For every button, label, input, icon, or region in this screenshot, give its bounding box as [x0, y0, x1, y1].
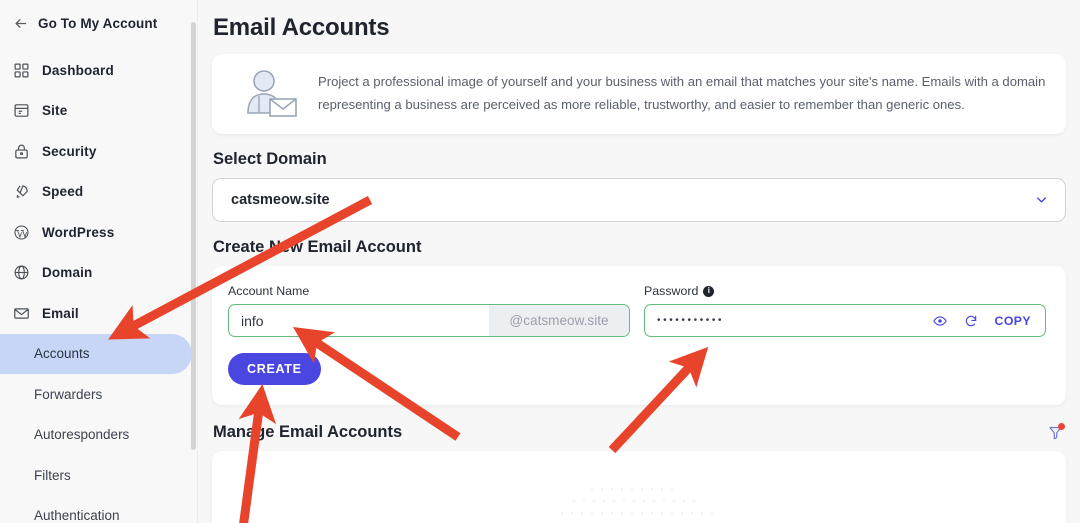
- sidebar-item-label: Domain: [42, 265, 93, 281]
- main-content: Email Accounts Project a professional im…: [198, 0, 1080, 523]
- account-name-field-group: Account Name @catsmeow.site: [228, 284, 630, 337]
- sidebar-item-accounts[interactable]: Accounts: [0, 333, 192, 374]
- sidebar-item-label: Site: [42, 103, 68, 119]
- password-label: Password i: [644, 284, 1046, 298]
- password-label-text: Password: [644, 284, 699, 298]
- manage-accounts-header: Manage Email Accounts: [213, 422, 1066, 442]
- manage-accounts-title: Manage Email Accounts: [213, 423, 403, 441]
- page-title: Email Accounts: [213, 14, 390, 41]
- sidebar-item-dashboard[interactable]: Dashboard: [0, 50, 198, 91]
- lock-icon: [12, 142, 30, 160]
- sidebar-subitem-label: Authentication: [34, 508, 120, 523]
- sidebar: Go To My Account Dashboard Site Security…: [0, 0, 198, 523]
- copy-password-button[interactable]: COPY: [995, 314, 1031, 328]
- create-account-card: Account Name @catsmeow.site Password i •…: [212, 266, 1066, 405]
- account-name-input[interactable]: [229, 305, 489, 336]
- sidebar-item-label: Dashboard: [42, 62, 114, 78]
- email-accounts-page: Go To My Account Dashboard Site Security…: [0, 0, 1080, 523]
- manage-accounts-card: [212, 451, 1066, 523]
- rocket-icon: [12, 183, 30, 201]
- envelope-icon: [12, 304, 30, 322]
- sidebar-subitem-label: Autoresponders: [34, 427, 130, 443]
- refresh-icon[interactable]: [964, 314, 978, 328]
- funnel-filter-icon[interactable]: [1046, 422, 1065, 442]
- go-to-my-account-link[interactable]: Go To My Account: [0, 6, 198, 40]
- sidebar-item-speed[interactable]: Speed: [0, 172, 198, 213]
- account-domain-suffix: @catsmeow.site: [489, 305, 629, 336]
- sidebar-item-security[interactable]: Security: [0, 131, 198, 172]
- grid-icon: [12, 61, 30, 79]
- sidebar-item-authentication[interactable]: Authentication: [0, 496, 192, 523]
- filter-active-badge: [1058, 422, 1065, 430]
- sidebar-nav: Dashboard Site Security Speed WordPress …: [0, 50, 198, 523]
- sidebar-item-domain[interactable]: Domain: [0, 253, 198, 294]
- account-name-input-wrap[interactable]: @catsmeow.site: [228, 304, 630, 337]
- sidebar-item-autoresponders[interactable]: Autoresponders: [0, 415, 192, 456]
- empty-state-dots-illustration: [560, 487, 714, 515]
- sidebar-item-email[interactable]: Email: [0, 293, 198, 334]
- sidebar-scrollbar[interactable]: [191, 22, 196, 450]
- sidebar-subitem-label: Forwarders: [34, 386, 103, 402]
- password-input[interactable]: •••••••••••: [645, 315, 933, 326]
- info-banner-text: Project a professional image of yourself…: [318, 74, 1046, 112]
- sidebar-item-forwarders[interactable]: Forwarders: [0, 374, 192, 415]
- sidebar-item-label: Speed: [42, 184, 84, 200]
- globe-icon: [12, 264, 30, 282]
- select-domain-title: Select Domain: [213, 150, 327, 168]
- sidebar-item-label: Email: [42, 305, 79, 321]
- chevron-down-icon: [1034, 193, 1049, 208]
- info-icon[interactable]: i: [703, 285, 715, 297]
- wordpress-icon: [12, 223, 30, 241]
- go-to-my-account-label: Go To My Account: [38, 15, 158, 31]
- sidebar-subitem-label: Filters: [34, 467, 71, 483]
- create-button[interactable]: CREATE: [228, 353, 321, 385]
- password-input-wrap[interactable]: ••••••••••• COPY: [644, 304, 1046, 337]
- info-banner: Project a professional image of yourself…: [212, 54, 1066, 134]
- sidebar-item-label: Security: [42, 143, 97, 159]
- sidebar-item-label: WordPress: [42, 224, 115, 240]
- person-with-envelope-icon: [242, 68, 300, 120]
- eye-icon[interactable]: [932, 314, 947, 328]
- create-account-title: Create New Email Account: [213, 238, 422, 256]
- sidebar-item-filters[interactable]: Filters: [0, 455, 192, 496]
- password-field-group: Password i ••••••••••• COPY: [644, 284, 1046, 337]
- arrow-left-icon: [12, 15, 28, 31]
- sidebar-item-site[interactable]: Site: [0, 91, 198, 132]
- domain-select[interactable]: catsmeow.site: [212, 178, 1066, 222]
- sidebar-item-wordpress[interactable]: WordPress: [0, 212, 198, 253]
- browser-window-icon: [12, 102, 30, 120]
- domain-select-value: catsmeow.site: [231, 192, 330, 208]
- account-name-label: Account Name: [228, 284, 310, 298]
- sidebar-subitem-label: Accounts: [34, 346, 90, 362]
